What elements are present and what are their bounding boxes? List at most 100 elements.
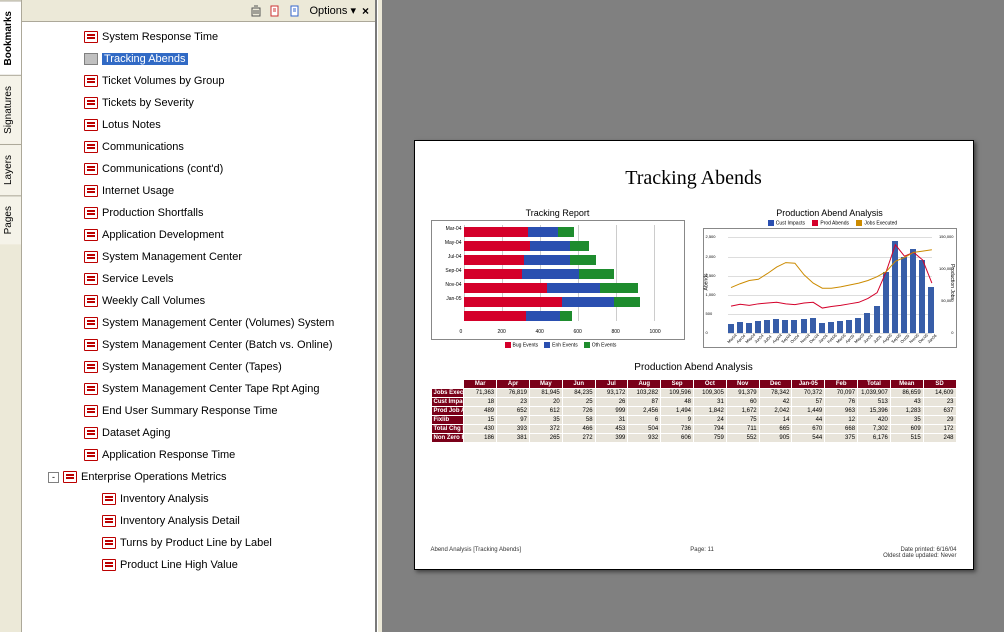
bookmark-item[interactable]: Dataset Aging: [30, 422, 375, 444]
bookmark-label: System Management Center Tape Rpt Aging: [102, 383, 319, 395]
bookmark-label: Ticket Volumes by Group: [102, 75, 224, 87]
table-row: Non Zero RC18638126527239993260675955290…: [431, 434, 956, 443]
table-row: Cust Impacts1823202526874831604257765134…: [431, 398, 956, 407]
bookmark-label: Service Levels: [102, 273, 174, 285]
bookmark-label: Lotus Notes: [102, 119, 161, 131]
table-section-title: Production Abend Analysis: [431, 362, 957, 373]
table-row: Fixlib15973558316924751444124203529: [431, 416, 956, 425]
pdf-page-icon: [84, 361, 98, 373]
document-page: Tracking Abends Tracking Report 02004006…: [414, 140, 974, 570]
table-header: Feb: [825, 380, 858, 389]
bookmark-item[interactable]: Lotus Notes: [30, 114, 375, 136]
bookmark-item[interactable]: System Management Center: [30, 246, 375, 268]
bookmark-item[interactable]: System Management Center Tape Rpt Aging: [30, 378, 375, 400]
pdf-page-icon: [84, 185, 98, 197]
pdf-page-icon: [63, 471, 77, 483]
expand-bookmark-icon[interactable]: [289, 4, 303, 18]
bookmarks-tree[interactable]: System Response Time Tracking Abends Ticke…: [22, 22, 375, 632]
table-header: Jun: [562, 380, 595, 389]
table-header: Apr: [497, 380, 530, 389]
pdf-page-icon: [84, 75, 98, 87]
table-header: Total: [858, 380, 891, 389]
pdf-page-icon: [84, 449, 98, 461]
bookmark-item[interactable]: Application Development: [30, 224, 375, 246]
bookmark-item[interactable]: Communications (cont'd): [30, 158, 375, 180]
bookmark-item[interactable]: Inventory Analysis Detail: [30, 510, 375, 532]
tracking-report-chart: Tracking Report 02004006008001000Mar-04M…: [431, 208, 685, 348]
pdf-page-icon: [102, 559, 116, 571]
bookmark-item[interactable]: End User Summary Response Time: [30, 400, 375, 422]
bookmark-item[interactable]: - Enterprise Operations Metrics: [30, 466, 375, 488]
close-panel-button[interactable]: ×: [362, 4, 369, 18]
production-abend-chart: Production Abend Analysis Cust Impacts P…: [703, 208, 957, 348]
bookmark-label: Inventory Analysis: [120, 493, 209, 505]
pdf-page-icon: [84, 207, 98, 219]
bookmark-item[interactable]: Tracking Abends: [30, 48, 375, 70]
bookmark-label: Application Response Time: [102, 449, 235, 461]
pdf-page-icon: [84, 31, 98, 43]
pdf-page-icon: [84, 405, 98, 417]
bookmark-item[interactable]: System Response Time: [30, 26, 375, 48]
bookmark-item[interactable]: Production Shortfalls: [30, 202, 375, 224]
app-root: Bookmarks Signatures Layers Pages Option…: [0, 0, 1004, 632]
bookmark-item[interactable]: Internet Usage: [30, 180, 375, 202]
bookmark-item[interactable]: Service Levels: [30, 268, 375, 290]
bookmark-item[interactable]: Communications: [30, 136, 375, 158]
pdf-page-icon: [84, 141, 98, 153]
bookmarks-toolbar: Options ▾ ×: [22, 0, 375, 22]
table-header: May: [529, 380, 562, 389]
pdf-page-icon: [102, 515, 116, 527]
bookmark-item[interactable]: Application Response Time: [30, 444, 375, 466]
side-tab-bookmarks[interactable]: Bookmarks: [0, 0, 21, 75]
side-tab-layers[interactable]: Layers: [0, 144, 21, 195]
pdf-page-icon: [84, 427, 98, 439]
bookmark-label: Production Shortfalls: [102, 207, 204, 219]
pdf-page-icon: [84, 383, 98, 395]
bookmark-item[interactable]: Tickets by Severity: [30, 92, 375, 114]
stacked-bar-chart: 02004006008001000Mar-04May-04Jul-04Sep-0…: [431, 220, 685, 340]
bookmark-label: Inventory Analysis Detail: [120, 515, 240, 527]
bookmark-item[interactable]: Inventory Analysis: [30, 488, 375, 510]
bookmark-label: System Management Center: [102, 251, 242, 263]
side-tab-signatures[interactable]: Signatures: [0, 75, 21, 144]
new-bookmark-icon[interactable]: [269, 4, 283, 18]
bookmark-item[interactable]: Product Line High Value: [30, 554, 375, 576]
pdf-page-icon: [102, 537, 116, 549]
trash-icon[interactable]: [249, 4, 263, 18]
bookmark-label: Tracking Abends: [102, 53, 188, 65]
pdf-page-icon: [84, 97, 98, 109]
table-header: Nov: [726, 380, 759, 389]
options-dropdown[interactable]: Options ▾: [309, 4, 356, 17]
pdf-page-icon: [84, 163, 98, 175]
footer-right: Date printed: 6/16/04 Oldest date update…: [883, 547, 956, 559]
tree-expander-icon[interactable]: -: [48, 472, 59, 483]
bookmark-item[interactable]: Weekly Call Volumes: [30, 290, 375, 312]
bookmark-label: System Management Center (Volumes) Syste…: [102, 317, 334, 329]
bookmark-item[interactable]: Turns by Product Line by Label: [30, 532, 375, 554]
pdf-page-icon: [84, 273, 98, 285]
table-header: Dec: [759, 380, 792, 389]
page-gray-icon: [84, 53, 98, 65]
pdf-page-icon: [84, 229, 98, 241]
table-header: Mar: [464, 380, 497, 389]
bookmark-item[interactable]: System Management Center (Volumes) Syste…: [30, 312, 375, 334]
table-header: Mean: [890, 380, 923, 389]
bookmark-item[interactable]: System Management Center (Tapes): [30, 356, 375, 378]
bookmark-item[interactable]: Ticket Volumes by Group: [30, 70, 375, 92]
bookmark-label: Weekly Call Volumes: [102, 295, 205, 307]
pdf-page-icon: [84, 339, 98, 351]
document-viewport[interactable]: Tracking Abends Tracking Report 02004006…: [383, 0, 1004, 632]
bookmark-label: Internet Usage: [102, 185, 174, 197]
bookmark-label: Enterprise Operations Metrics: [81, 471, 227, 483]
table-row: Total Chg Reqs43039337246645350473679471…: [431, 425, 956, 434]
pdf-page-icon: [84, 317, 98, 329]
combo-chart: 05001,0001,5002,0002,500050,000100,00015…: [703, 228, 957, 348]
bookmark-label: End User Summary Response Time: [102, 405, 277, 417]
bookmark-label: Communications: [102, 141, 184, 153]
footer-left: Abend Analysis [Tracking Abends]: [431, 547, 522, 559]
bookmark-label: Application Development: [102, 229, 224, 241]
side-tab-strip: Bookmarks Signatures Layers Pages: [0, 0, 22, 632]
bookmark-label: Communications (cont'd): [102, 163, 223, 175]
side-tab-pages[interactable]: Pages: [0, 195, 21, 244]
bookmark-item[interactable]: System Management Center (Batch vs. Onli…: [30, 334, 375, 356]
